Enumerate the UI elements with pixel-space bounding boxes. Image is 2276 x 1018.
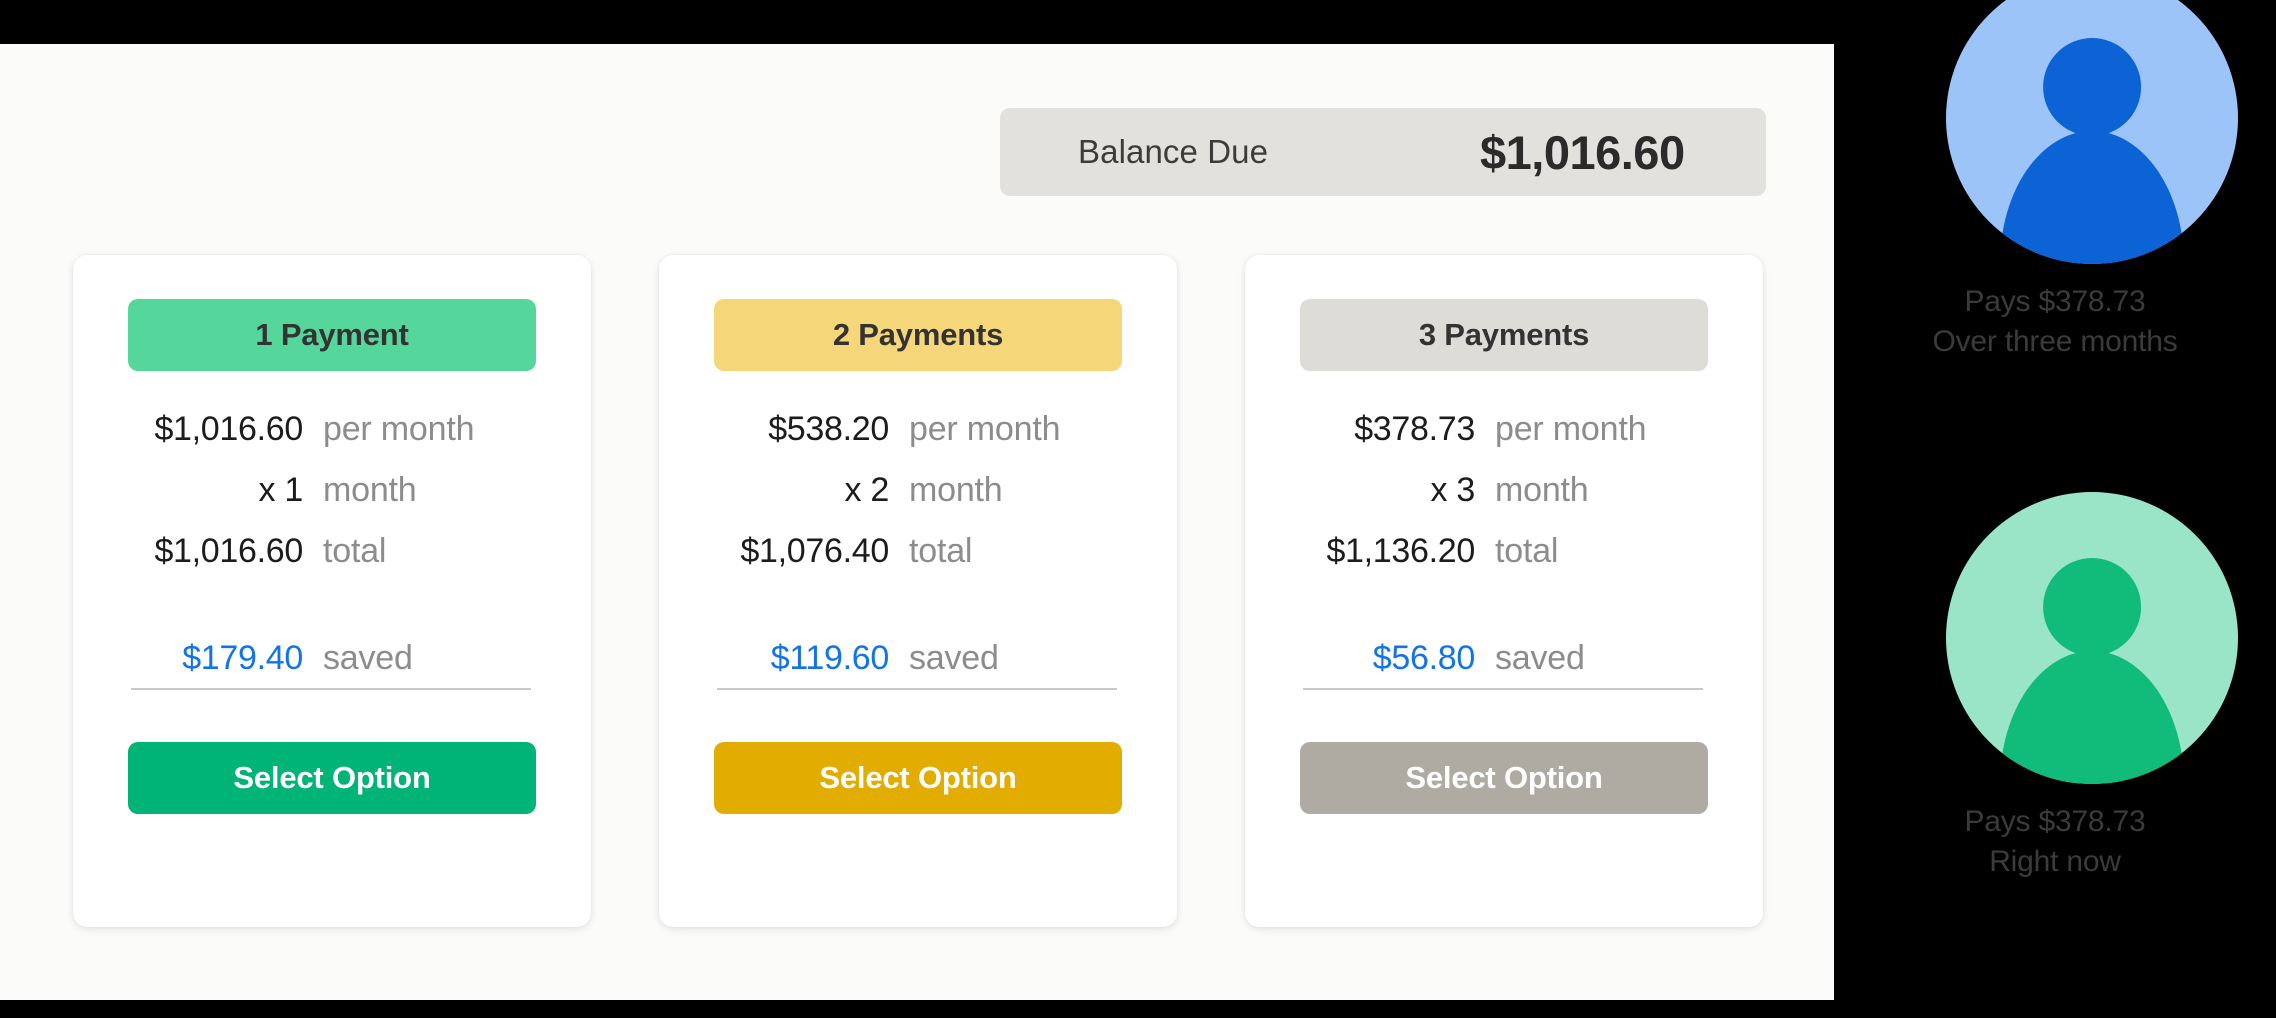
total-label: total: [909, 532, 973, 570]
payment-option-card[interactable]: 1 Payment $1,016.60 per month x 1 month …: [73, 255, 591, 927]
per-month-value: $538.20: [768, 410, 889, 448]
balance-due-bar: Balance Due $1,016.60: [1000, 108, 1766, 196]
row-saved: $179.40 saved: [73, 639, 591, 700]
multiplier-value: x 3: [1430, 471, 1476, 509]
multiplier-label: month: [909, 471, 1003, 509]
avatar-body: [2000, 651, 2184, 784]
persona-timing: Right now: [1989, 844, 2121, 878]
payment-option-header: 3 Payments: [1300, 299, 1708, 371]
payment-option-header: 1 Payment: [128, 299, 536, 371]
total-value: $1,016.60: [154, 532, 303, 570]
row-per-month: $538.20 per month: [659, 410, 1177, 471]
persona-caption: Pays $378.73 Right now: [1834, 802, 2276, 882]
multiplier-value: x 1: [258, 471, 304, 509]
per-month-label: per month: [1495, 410, 1647, 448]
payment-option-card[interactable]: 3 Payments $378.73 per month x 3 month $…: [1245, 255, 1763, 927]
row-total: $1,076.40 total: [659, 532, 1177, 593]
row-total: $1,016.60 total: [73, 532, 591, 593]
persona-timing: Over three months: [1932, 324, 2178, 358]
payment-option-card[interactable]: 2 Payments $538.20 per month x 2 month $…: [659, 255, 1177, 927]
persona-amount: Pays $378.73: [1964, 285, 2146, 318]
persona-installments: Pays $378.73 Over three months: [1834, 0, 2276, 362]
total-label: total: [1495, 532, 1559, 570]
row-multiplier: x 1 month: [73, 471, 591, 532]
multiplier-label: month: [1495, 471, 1589, 509]
multiplier-label: month: [323, 471, 417, 509]
select-option-button[interactable]: Select Option: [128, 742, 536, 814]
row-per-month: $378.73 per month: [1245, 410, 1763, 471]
avatar-body: [2000, 131, 2184, 264]
balance-due-label: Balance Due: [1078, 133, 1269, 170]
saved-value: $119.60: [770, 639, 890, 677]
select-option-button[interactable]: Select Option: [714, 742, 1122, 814]
per-month-value: $378.73: [1354, 410, 1475, 448]
avatar-head: [2043, 557, 2141, 656]
persona-caption: Pays $378.73 Over three months: [1834, 282, 2276, 362]
card-divider: [131, 688, 531, 690]
saved-label: saved: [1495, 639, 1585, 677]
row-multiplier: x 3 month: [1245, 471, 1763, 532]
saved-value: $56.80: [1372, 639, 1476, 677]
persona-sidebar: Pays $378.73 Over three months Pays $378…: [1834, 0, 2276, 1018]
persona-immediate: Pays $378.73 Right now: [1834, 492, 2276, 882]
payment-option-rows: $378.73 per month x 3 month $1,136.20 to…: [1245, 410, 1763, 700]
row-multiplier: x 2 month: [659, 471, 1177, 532]
multiplier-value: x 2: [844, 471, 890, 509]
payment-option-rows: $538.20 per month x 2 month $1,076.40 to…: [659, 410, 1177, 700]
per-month-label: per month: [323, 410, 475, 448]
balance-due-amount: $1,016.60: [1480, 125, 1685, 179]
content-panel: Balance Due $1,016.60 1 Payment $1,016.6…: [0, 44, 1834, 1000]
person-avatar-icon: [1946, 0, 2238, 264]
total-value: $1,076.40: [740, 532, 889, 570]
per-month-value: $1,016.60: [154, 410, 303, 448]
payment-option-rows: $1,016.60 per month x 1 month $1,016.60 …: [73, 410, 591, 700]
row-saved: $56.80 saved: [1245, 639, 1763, 700]
total-label: total: [323, 532, 387, 570]
per-month-label: per month: [909, 410, 1061, 448]
saved-label: saved: [323, 639, 413, 677]
persona-amount: Pays $378.73: [1964, 805, 2146, 838]
saved-label: saved: [909, 639, 999, 677]
card-divider: [717, 688, 1117, 690]
select-option-button[interactable]: Select Option: [1300, 742, 1708, 814]
screen-root: Balance Due $1,016.60 1 Payment $1,016.6…: [0, 0, 2276, 1018]
payment-option-header: 2 Payments: [714, 299, 1122, 371]
avatar-head: [2043, 37, 2141, 136]
total-value: $1,136.20: [1326, 532, 1475, 570]
person-avatar-icon: [1946, 492, 2238, 784]
row-saved: $119.60 saved: [659, 639, 1177, 700]
row-total: $1,136.20 total: [1245, 532, 1763, 593]
card-divider: [1303, 688, 1703, 690]
saved-value: $179.40: [182, 639, 303, 677]
row-per-month: $1,016.60 per month: [73, 410, 591, 471]
payment-options-list: 1 Payment $1,016.60 per month x 1 month …: [73, 255, 1763, 927]
